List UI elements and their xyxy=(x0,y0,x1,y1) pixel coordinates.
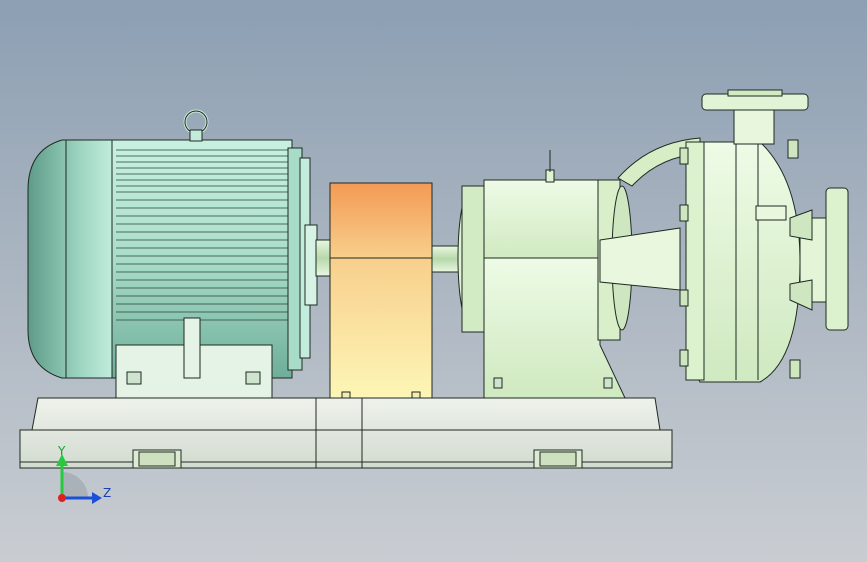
y-axis-label: Y xyxy=(57,444,66,458)
pump-casing xyxy=(597,89,849,383)
cad-viewport[interactable]: Y Z xyxy=(0,0,867,562)
electric-motor xyxy=(27,109,318,399)
pump-shaft xyxy=(431,245,463,273)
pump-assembly-drawing: Y Z xyxy=(19,89,849,504)
z-axis-label: Z xyxy=(103,486,111,500)
base-plate xyxy=(19,397,673,469)
x-axis-origin xyxy=(58,494,66,502)
coupling-guard xyxy=(329,182,433,399)
suction-flange xyxy=(825,187,849,331)
